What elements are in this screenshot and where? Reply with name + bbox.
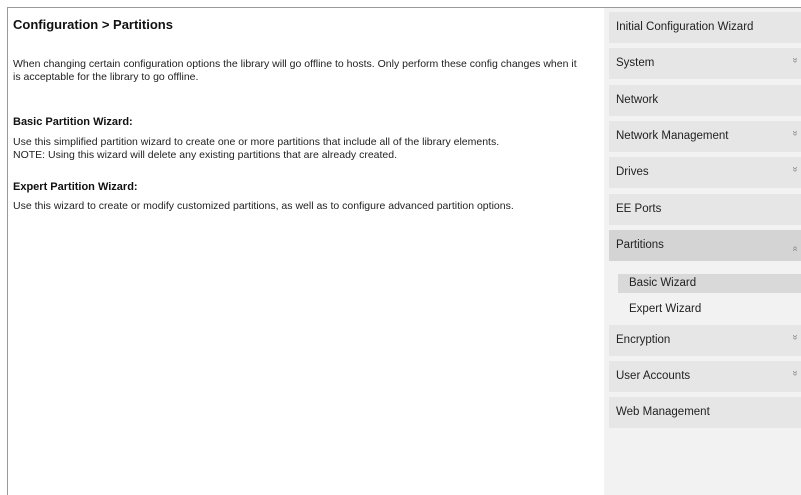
intro-text: When changing certain configuration opti… bbox=[13, 58, 577, 83]
sidebar-subitem-label: Expert Wizard bbox=[629, 303, 702, 315]
chevron-up-icon: » bbox=[789, 245, 801, 252]
sidebar-item-label: System bbox=[616, 57, 655, 69]
basic-wizard-note: NOTE: Using this wizard will delete any … bbox=[13, 149, 398, 161]
sidebar-item-web-management[interactable]: Web Management bbox=[609, 397, 801, 428]
sidebar-item-encryption[interactable]: Encryption » bbox=[609, 325, 801, 356]
sidebar-item-drives[interactable]: Drives » bbox=[609, 157, 801, 188]
sidebar-item-label: Initial Configuration Wizard bbox=[616, 21, 754, 33]
sidebar-item-label: EE Ports bbox=[616, 203, 662, 215]
sidebar: Initial Configuration Wizard System » Ne… bbox=[604, 8, 801, 495]
chevron-down-icon: » bbox=[789, 166, 801, 173]
sidebar-item-label: User Accounts bbox=[616, 370, 691, 382]
sidebar-item-label: Network Management bbox=[616, 130, 729, 142]
sidebar-item-initial-configuration-wizard[interactable]: Initial Configuration Wizard bbox=[609, 12, 801, 43]
sidebar-item-system[interactable]: System » bbox=[609, 48, 801, 79]
sidebar-item-label: Drives bbox=[616, 166, 649, 178]
basic-wizard-description: Use this simplified partition wizard to … bbox=[13, 136, 500, 148]
sidebar-item-partitions[interactable]: Partitions » bbox=[609, 230, 801, 261]
page-title: Configuration > Partitions bbox=[13, 17, 173, 32]
chevron-down-icon: » bbox=[789, 334, 801, 341]
expert-wizard-heading: Expert Partition Wizard: bbox=[13, 181, 138, 193]
sidebar-item-label: Network bbox=[616, 94, 659, 106]
sidebar-item-network[interactable]: Network bbox=[609, 85, 801, 116]
chevron-down-icon: » bbox=[789, 57, 801, 64]
sidebar-subitem-expert-wizard[interactable]: Expert Wizard bbox=[618, 300, 801, 319]
expert-wizard-description: Use this wizard to create or modify cust… bbox=[13, 200, 514, 212]
sidebar-item-label: Partitions bbox=[616, 239, 664, 251]
chevron-down-icon: » bbox=[789, 370, 801, 377]
sidebar-item-label: Web Management bbox=[616, 406, 710, 418]
sidebar-item-label: Encryption bbox=[616, 334, 671, 346]
sidebar-subitem-label: Basic Wizard bbox=[629, 277, 697, 289]
sidebar-item-network-management[interactable]: Network Management » bbox=[609, 121, 801, 152]
basic-wizard-heading: Basic Partition Wizard: bbox=[13, 116, 133, 128]
sidebar-item-ee-ports[interactable]: EE Ports bbox=[609, 194, 801, 225]
chevron-down-icon: » bbox=[789, 130, 801, 137]
sidebar-subitem-basic-wizard[interactable]: Basic Wizard bbox=[618, 274, 801, 293]
sidebar-item-user-accounts[interactable]: User Accounts » bbox=[609, 361, 801, 392]
